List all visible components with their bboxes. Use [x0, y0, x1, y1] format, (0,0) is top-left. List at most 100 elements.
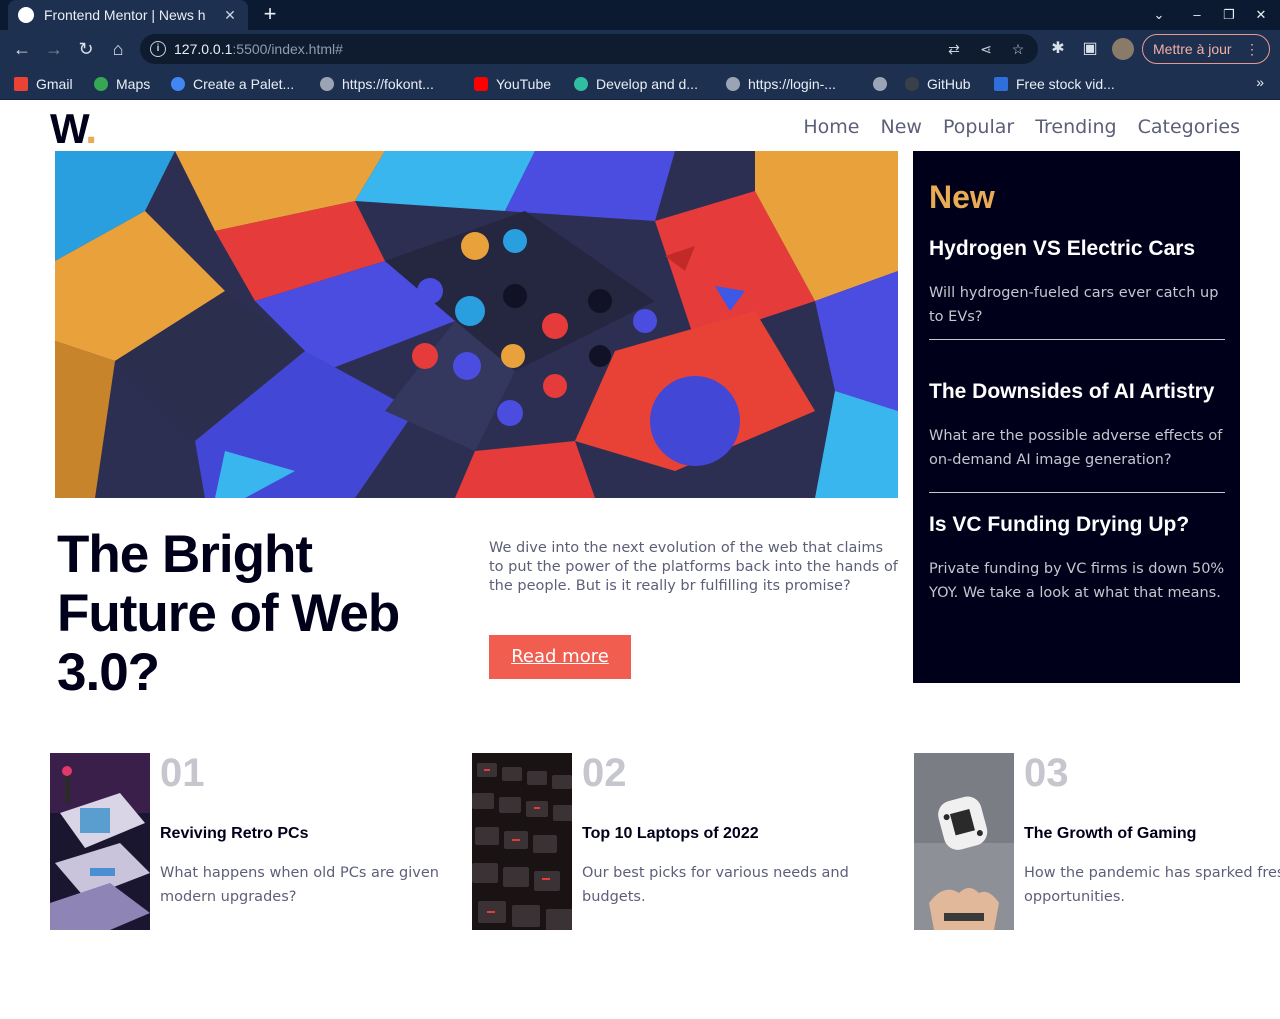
read-more-button[interactable]: Read more [489, 635, 631, 679]
bookmark-label: YouTube [496, 76, 552, 92]
bookmark-github[interactable]: GitHub [905, 74, 971, 94]
sidebar-article[interactable]: Hydrogen VS Electric Cars Will hydrogen-… [929, 237, 1225, 329]
nav-trending[interactable]: Trending [1035, 116, 1116, 138]
forward-icon[interactable]: → [42, 37, 66, 61]
url-host: 127.0.0.1 [174, 41, 233, 57]
bookmark-globe[interactable] [873, 74, 895, 94]
card-title[interactable]: Top 10 Laptops of 2022 [582, 825, 759, 843]
globe-icon [873, 77, 887, 91]
sidebar-divider [929, 339, 1225, 340]
hero-image [55, 151, 898, 498]
develop-icon [574, 77, 588, 91]
globe-icon [320, 77, 334, 91]
back-icon[interactable]: ← [10, 37, 34, 61]
card-description: Our best picks for various needs and bud… [582, 865, 849, 905]
url-text[interactable]: 127.0.0.1:5500/index.html# [174, 41, 343, 57]
card-description: What happens when old PCs are given mode… [160, 865, 439, 905]
keyboard-image [472, 753, 572, 930]
maps-icon [94, 77, 108, 91]
card-thumbnail-laptop[interactable] [472, 753, 572, 930]
sidebar-article-description: Private funding by VC firms is down 50% … [929, 561, 1225, 601]
tab-close-icon[interactable]: ✕ [222, 7, 238, 23]
browser-toolbar: ← → ↻ ⌂ i 127.0.0.1:5500/index.html# ⇄ ⋖… [0, 30, 1280, 68]
sidebar-divider [929, 492, 1225, 493]
tab-search-icon[interactable]: ⌄ [1148, 4, 1170, 26]
bookmark-maps[interactable]: Maps [94, 74, 150, 94]
profile-avatar[interactable] [1112, 38, 1134, 60]
sidebar-heading: New [929, 179, 995, 215]
share-icon[interactable]: ⋖ [976, 39, 996, 59]
sidebar-article-title[interactable]: Is VC Funding Drying Up? [929, 513, 1225, 537]
update-button-label: Mettre à jour [1153, 41, 1232, 57]
tab-favicon-icon [18, 7, 34, 23]
bookmark-label: Create a Palet... [193, 76, 295, 92]
bookmark-develop[interactable]: Develop and d... [574, 74, 698, 94]
translate-icon[interactable]: ⇄ [944, 39, 964, 59]
card-thumbnail-retro-pc[interactable] [50, 753, 150, 930]
palette-icon [171, 77, 185, 91]
bookmark-youtube[interactable]: YouTube [474, 74, 551, 94]
sidebar-article-description: What are the possible adverse effects of… [929, 428, 1223, 468]
bookmark-label: https://login-... [748, 76, 836, 92]
nav-home[interactable]: Home [803, 116, 859, 138]
card-number: 03 [1024, 751, 1069, 795]
card-thumbnail-gaming[interactable] [914, 753, 1014, 930]
address-bar[interactable]: i 127.0.0.1:5500/index.html# ⇄ ⋖ ☆ [140, 34, 1038, 64]
hero-illustration [55, 151, 898, 498]
gmail-icon [14, 77, 28, 91]
close-window-icon[interactable]: ✕ [1250, 4, 1272, 26]
url-path: :5500/index.html# [232, 41, 343, 57]
card-number: 01 [160, 751, 205, 795]
update-button[interactable]: Mettre à jour ⋮ [1142, 34, 1270, 64]
bookmark-label: GitHub [927, 76, 971, 92]
github-icon [905, 77, 919, 91]
browser-tab[interactable]: Frontend Mentor | News h ✕ [8, 0, 248, 30]
site-info-icon[interactable]: i [150, 41, 166, 57]
reload-icon[interactable]: ↻ [74, 37, 98, 61]
hero-description: We dive into the next evolution of the w… [489, 540, 898, 594]
bookmark-palette[interactable]: Create a Palet... [171, 74, 294, 94]
side-panel-icon[interactable]: ▣ [1078, 37, 1102, 61]
minimize-icon[interactable]: – [1186, 4, 1208, 26]
home-icon[interactable]: ⌂ [106, 37, 130, 61]
logo-letter: W [50, 105, 87, 152]
sidebar-article-title[interactable]: Hydrogen VS Electric Cars [929, 237, 1225, 261]
bookmark-login[interactable]: https://login-... [726, 74, 836, 94]
stock-icon [994, 77, 1008, 91]
nav-popular[interactable]: Popular [943, 116, 1014, 138]
menu-dots-icon[interactable]: ⋮ [1245, 35, 1259, 63]
page-content: W. Home New Popular Trending Categories [0, 101, 1280, 1019]
site-logo[interactable]: W. [50, 105, 97, 153]
new-tab-button[interactable]: + [258, 3, 282, 27]
bookmark-label: Maps [116, 76, 151, 92]
tab-title: Frontend Mentor | News h [44, 7, 206, 23]
card-description: How the pandemic has sparked fresh oppor… [1024, 865, 1280, 905]
card-number: 02 [582, 751, 627, 795]
card-title[interactable]: Reviving Retro PCs [160, 825, 308, 843]
card-title[interactable]: The Growth of Gaming [1024, 825, 1196, 843]
new-sidebar: New Hydrogen VS Electric Cars Will hydro… [913, 151, 1240, 683]
bookmark-label: https://fokont... [342, 76, 434, 92]
sidebar-article[interactable]: Is VC Funding Drying Up? Private funding… [929, 513, 1225, 605]
nav-new[interactable]: New [880, 116, 921, 138]
bookmark-stock[interactable]: Free stock vid... [994, 74, 1115, 94]
extensions-icon[interactable]: ✱ [1046, 37, 1070, 61]
gamepad-image [914, 753, 1014, 930]
bookmark-label: Gmail [36, 76, 73, 92]
retro-pc-image [50, 753, 150, 930]
bookmark-fokont[interactable]: https://fokont... [320, 74, 434, 94]
youtube-icon [474, 77, 488, 91]
restore-icon[interactable]: ❐ [1218, 4, 1240, 26]
globe-icon [726, 77, 740, 91]
sidebar-article-description: Will hydrogen-fueled cars ever catch up … [929, 285, 1219, 325]
bookmark-star-icon[interactable]: ☆ [1008, 39, 1028, 59]
sidebar-article[interactable]: The Downsides of AI Artistry What are th… [929, 380, 1225, 472]
bookmarks-more-icon[interactable]: » [1256, 74, 1264, 90]
sidebar-article-title[interactable]: The Downsides of AI Artistry [929, 380, 1225, 404]
article-card: 01 Reviving Retro PCs What happens when … [50, 751, 450, 931]
article-card: 02 Top 10 Laptops of 2022 Our best picks… [472, 751, 872, 931]
nav-categories[interactable]: Categories [1138, 116, 1240, 138]
bookmark-gmail[interactable]: Gmail [14, 74, 73, 94]
main-nav: Home New Popular Trending Categories [803, 116, 1240, 138]
browser-tabbar: Frontend Mentor | News h ✕ + ⌄ – ❐ ✕ [0, 0, 1280, 30]
